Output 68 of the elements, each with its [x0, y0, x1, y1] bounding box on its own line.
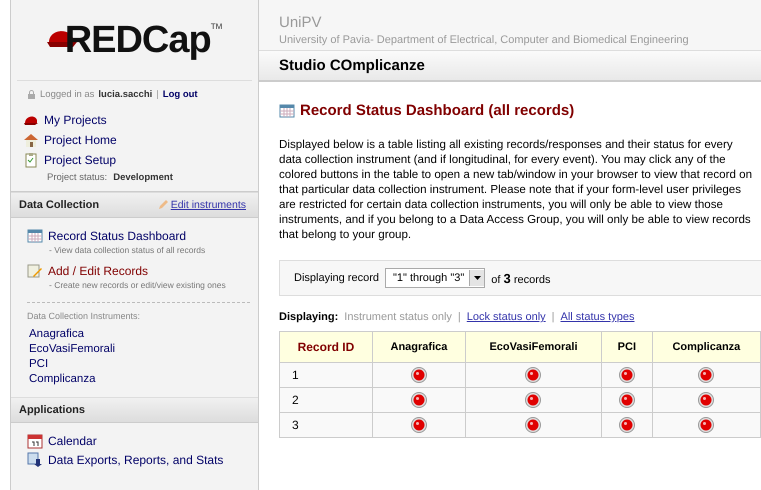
- logo-text: REDCap: [64, 18, 211, 62]
- logout-link[interactable]: Log out: [162, 89, 198, 100]
- display-label: Displaying:: [279, 311, 338, 323]
- record-range-select[interactable]: "1" through "3": [384, 268, 486, 288]
- picker-label: Displaying record: [294, 272, 379, 284]
- grid-icon: [279, 102, 295, 118]
- edit-instruments-link[interactable]: Edit instruments: [158, 199, 246, 211]
- menu-link[interactable]: Add / Edit Records: [27, 263, 250, 279]
- project-status-value: Development: [113, 172, 173, 183]
- section-title: Data Collection: [19, 199, 100, 211]
- instrument-link[interactable]: Complicanza: [27, 372, 250, 387]
- nav-link[interactable]: Project Setup: [23, 152, 258, 168]
- status-dot-icon[interactable]: [618, 392, 635, 408]
- column-header: Anagrafica: [372, 332, 466, 362]
- column-header: EcoVasiFemorali: [466, 332, 602, 362]
- display-mode-link[interactable]: Lock status only: [466, 311, 546, 323]
- menu-link[interactable]: Record Status Dashboard: [27, 228, 250, 244]
- instrument-link[interactable]: EcoVasiFemorali: [27, 342, 250, 357]
- export-icon: [27, 452, 43, 468]
- grid-icon: [27, 228, 43, 244]
- section-title: Applications: [19, 404, 86, 416]
- status-dot-icon[interactable]: [618, 417, 635, 433]
- record-count: of 3 records: [491, 270, 550, 286]
- menu-note: - Create new records or edit/view existing ones: [48, 280, 227, 290]
- lock-icon: [27, 90, 36, 99]
- column-header: PCI: [601, 332, 652, 362]
- instrument-link[interactable]: PCI: [27, 357, 250, 372]
- project-status-label: Project status:: [47, 172, 108, 183]
- record-id-cell: 1: [280, 362, 372, 388]
- pencil-icon: [158, 200, 168, 210]
- status-dot-icon[interactable]: [410, 367, 427, 383]
- instrument-link[interactable]: Anagrafica: [27, 327, 250, 342]
- status-dot-icon[interactable]: [525, 392, 542, 408]
- status-dot-icon[interactable]: [698, 417, 714, 433]
- separator: |: [458, 311, 461, 323]
- status-dot-icon[interactable]: [698, 367, 714, 383]
- trademark-text: TM: [210, 22, 222, 31]
- column-header: Record ID: [280, 332, 372, 362]
- status-dot-icon[interactable]: [698, 392, 714, 408]
- description: Displayed below is a table listing all existing records/responses and their status for every data collection instrument (and if longitudinal, for every event). You may click any of the colored buttons in the table to open a new tab/window in your browser to view that record on that particular data collection instrument. Please note that if your form-level user privileges are restricted for certain data collection instruments, you will only be able to view those instruments, and if you belong to a Data Access Group, you will only be able to view records that belong to your group.: [279, 137, 754, 242]
- separator: |: [552, 311, 554, 323]
- clipboard-icon: [23, 152, 39, 168]
- menu-link[interactable]: Calendar: [27, 433, 250, 449]
- instruments-label: Data Collection Instruments:: [27, 311, 142, 321]
- display-mode-link[interactable]: All status types: [560, 311, 634, 323]
- department-name: University of Pavia- Department of Electrical, Computer and Biomedical Engineering: [279, 34, 690, 46]
- institution-name: UniPV: [279, 14, 323, 31]
- record-id-cell: 2: [280, 388, 372, 412]
- logged-in-label: Logged in as: [40, 89, 94, 100]
- project-title: Studio COmplicanze: [259, 51, 761, 82]
- status-dot-icon[interactable]: [525, 417, 542, 433]
- menu-link[interactable]: Data Exports, Reports, and Stats: [27, 452, 250, 468]
- status-dot-icon[interactable]: [410, 392, 427, 408]
- separator: |: [156, 89, 159, 100]
- status-dot-icon[interactable]: [525, 367, 542, 383]
- calendar-icon: [27, 433, 43, 449]
- username: lucia.sacchi: [98, 89, 152, 100]
- column-header: Complicanza: [652, 332, 760, 362]
- record-id-cell: 3: [280, 412, 372, 438]
- house-icon: [23, 132, 39, 148]
- menu-note: - View data collection status of all records: [48, 245, 206, 255]
- nav-link[interactable]: My Projects: [23, 112, 258, 128]
- page-title: Record Status Dashboard (all records): [300, 102, 574, 119]
- status-dot-icon[interactable]: [618, 367, 635, 383]
- edit-icon: [27, 263, 43, 279]
- nav-link[interactable]: Project Home: [23, 132, 258, 148]
- caret-icon: [474, 276, 481, 280]
- status-dot-icon[interactable]: [410, 417, 427, 433]
